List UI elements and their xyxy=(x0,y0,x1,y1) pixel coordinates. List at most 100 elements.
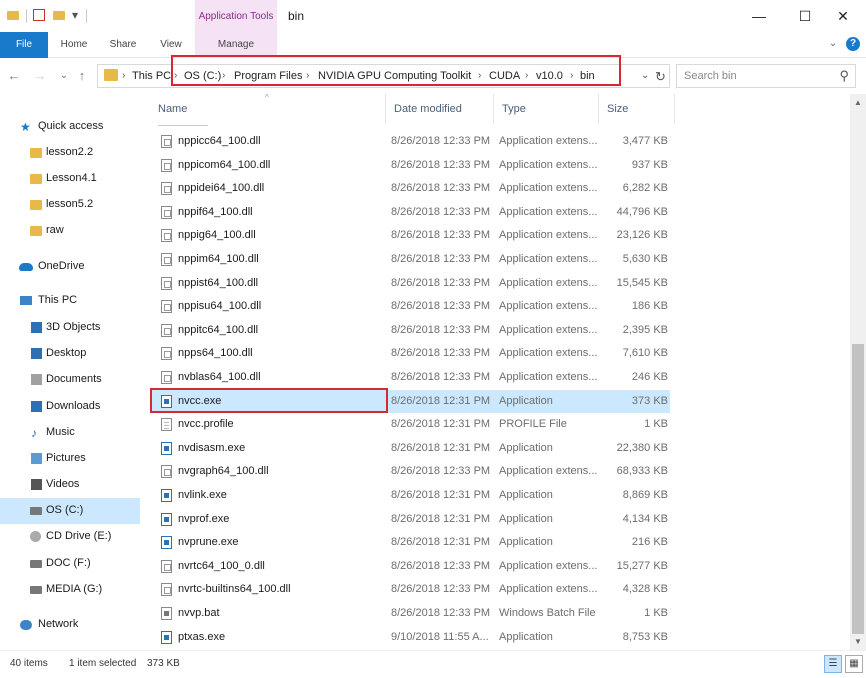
tiles-view-icon[interactable]: ▦ xyxy=(845,655,863,673)
sidebar-item-documents[interactable]: Documents xyxy=(0,367,140,393)
scroll-up-icon[interactable]: ▲ xyxy=(850,98,866,107)
file-row[interactable]: nvprune.exe 8/26/2018 12:31 PM Application… xyxy=(150,531,670,555)
sidebar-item-videos[interactable]: Videos xyxy=(0,472,140,498)
column-header-size[interactable]: Size xyxy=(599,94,675,124)
up-button[interactable]: ↑ xyxy=(74,67,90,85)
sidebar-item-3d-objects[interactable]: 3D Objects xyxy=(0,315,140,341)
sidebar-item-lesson5-2[interactable]: lesson5.2 xyxy=(0,192,140,218)
search-icon[interactable]: ⚲ xyxy=(839,68,849,84)
selection-size: 373 KB xyxy=(147,658,180,669)
sidebar-item-onedrive[interactable]: OneDrive xyxy=(0,254,140,280)
expand-ribbon-icon[interactable]: ⌄ xyxy=(829,38,837,49)
customize-dropdown-icon[interactable]: ▾ xyxy=(68,8,82,22)
tab-share[interactable]: Share xyxy=(100,32,146,58)
file-size: 23,126 KB xyxy=(616,229,668,242)
sidebar-item-music[interactable]: ♪ Music xyxy=(0,420,140,446)
file-row[interactable]: nvgraph64_100.dll 8/26/2018 12:33 PM Appli… xyxy=(150,460,670,484)
file-row[interactable]: ptxas.exe 9/10/2018 11:55 A... Application… xyxy=(150,626,670,650)
tab-manage[interactable]: Manage xyxy=(195,32,277,58)
search-box[interactable]: Search bin ⚲ xyxy=(676,64,856,88)
sidebar-item-raw[interactable]: raw xyxy=(0,218,140,244)
breadcrumb-separator[interactable]: › xyxy=(174,70,177,81)
vertical-scrollbar[interactable]: ▲ ▼ xyxy=(850,94,866,650)
file-row[interactable]: nvlink.exe 8/26/2018 12:31 PM Application 8… xyxy=(150,484,670,508)
search-input[interactable]: Search bin xyxy=(684,70,737,82)
file-row[interactable]: nppicc64_100.dll 8/26/2018 12:33 PM Applic… xyxy=(150,130,670,154)
folder-icon[interactable] xyxy=(6,8,20,22)
file-row[interactable]: nppisu64_100.dll 8/26/2018 12:33 PM Applic… xyxy=(150,295,670,319)
back-button[interactable]: ← xyxy=(6,67,22,85)
file-size: 246 KB xyxy=(631,371,668,383)
file-row[interactable]: nvrtc-builtins64_100.dll 8/26/2018 12:33 … xyxy=(150,578,670,602)
sidebar-item-pictures[interactable]: Pictures xyxy=(0,446,140,472)
address-row: ← → ⌄ ↑ › This PC › OS (C:) › Program Fi… xyxy=(0,58,866,94)
breadcrumb-nvidia-toolkit[interactable]: NVIDIA GPU Computing Toolkit xyxy=(318,70,471,82)
recent-locations-button[interactable]: ⌄ xyxy=(56,67,72,85)
address-dropdown-icon[interactable]: ⌄ xyxy=(641,70,649,81)
file-name: nppisu64_100.dll xyxy=(178,300,262,313)
properties-checkbox-icon[interactable] xyxy=(32,8,46,22)
file-row[interactable]: nvcc.profile 8/26/2018 12:31 PM PROFILE Fi… xyxy=(150,413,670,437)
file-row[interactable]: npps64_100.dll 8/26/2018 12:33 PM Applicat… xyxy=(150,342,670,366)
file-row[interactable]: nppim64_100.dll 8/26/2018 12:33 PM Applica… xyxy=(150,248,670,272)
sidebar-item-cd-drive-e[interactable]: CD Drive (E:) xyxy=(0,524,140,550)
file-row[interactable]: nppist64_100.dll 8/26/2018 12:33 PM Applic… xyxy=(150,272,670,296)
tab-view[interactable]: View xyxy=(150,32,192,58)
sidebar-item-quick-access[interactable]: ★ Quick access xyxy=(0,114,140,140)
file-row[interactable]: nvcc.exe 8/26/2018 12:31 PM Application 373… xyxy=(150,389,670,414)
file-name: nppicc64_100.dll xyxy=(178,135,261,147)
breadcrumb-bin[interactable]: bin xyxy=(580,70,595,82)
forward-button[interactable]: → xyxy=(32,67,48,85)
breadcrumb-separator[interactable]: › xyxy=(478,70,481,81)
sidebar-item-network[interactable]: Network xyxy=(0,612,140,638)
new-folder-icon[interactable] xyxy=(52,8,66,22)
breadcrumb-this-pc[interactable]: This PC xyxy=(132,70,171,82)
file-name: nvgraph64_100.dll xyxy=(178,465,269,478)
minimize-button[interactable]: — xyxy=(736,0,782,32)
breadcrumb-separator[interactable]: › xyxy=(570,70,573,81)
file-row[interactable]: nppig64_100.dll 8/26/2018 12:33 PM Applica… xyxy=(150,224,670,248)
sidebar-item-media-g[interactable]: MEDIA (G:) xyxy=(0,577,140,603)
breadcrumb-program-files[interactable]: Program Files xyxy=(234,70,302,82)
breadcrumb-separator[interactable]: › xyxy=(222,70,225,81)
tab-home[interactable]: Home xyxy=(52,32,96,58)
help-icon[interactable]: ? xyxy=(846,37,860,51)
details-view-icon[interactable]: ☰ xyxy=(824,655,842,673)
scroll-down-icon[interactable]: ▼ xyxy=(850,637,866,646)
tab-file[interactable]: File xyxy=(0,32,48,58)
file-row[interactable]: nppif64_100.dll 8/26/2018 12:33 PM Applica… xyxy=(150,201,670,225)
sidebar-item-downloads[interactable]: Downloads xyxy=(0,394,140,420)
file-row[interactable]: nvrtc64_100_0.dll 8/26/2018 12:33 PM Appli… xyxy=(150,555,670,579)
scroll-thumb[interactable] xyxy=(852,344,864,634)
sidebar-item-doc-f[interactable]: DOC (F:) xyxy=(0,551,140,577)
file-row[interactable]: nppicom64_100.dll 8/26/2018 12:33 PM Appli… xyxy=(150,154,670,178)
column-header-date[interactable]: Date modified xyxy=(386,94,494,124)
dll-file-icon xyxy=(161,300,172,314)
file-name: nvblas64_100.dll xyxy=(178,371,261,383)
breadcrumb-v10[interactable]: v10.0 xyxy=(536,70,563,82)
file-row[interactable]: nvvp.bat 8/26/2018 12:33 PM Windows Batch … xyxy=(150,602,670,626)
sidebar-item-this-pc[interactable]: This PC xyxy=(0,288,140,314)
close-button[interactable]: ✕ xyxy=(820,0,866,32)
file-row[interactable]: nvblas64_100.dll 8/26/2018 12:33 PM Applic… xyxy=(150,366,670,390)
address-bar[interactable]: › This PC › OS (C:) › Program Files › NV… xyxy=(97,64,670,88)
file-row[interactable]: nvprof.exe 8/26/2018 12:31 PM Application 4… xyxy=(150,508,670,532)
file-row[interactable]: nppitc64_100.dll 8/26/2018 12:33 PM Applic… xyxy=(150,319,670,343)
sidebar-item-lesson4-1[interactable]: Lesson4.1 xyxy=(0,166,140,192)
file-type: PROFILE File xyxy=(499,418,567,431)
refresh-icon[interactable]: ↻ xyxy=(655,69,666,85)
breadcrumb-separator[interactable]: › xyxy=(525,70,528,81)
music-icon: ♪ xyxy=(31,426,37,440)
breadcrumb-separator[interactable]: › xyxy=(306,70,309,81)
breadcrumb-separator[interactable]: › xyxy=(122,70,125,81)
column-header-type[interactable]: Type xyxy=(494,94,599,124)
file-row[interactable]: nppidei64_100.dll 8/26/2018 12:33 PM Appli… xyxy=(150,177,670,201)
sidebar-item-desktop[interactable]: Desktop xyxy=(0,341,140,367)
file-type: Application extens... xyxy=(499,583,598,596)
breadcrumb-os-c[interactable]: OS (C:) xyxy=(184,70,221,82)
sidebar-item-os-c[interactable]: OS (C:) xyxy=(0,498,140,524)
column-header-name[interactable]: ^ Name xyxy=(150,93,386,124)
sidebar-item-lesson2-2[interactable]: lesson2.2 xyxy=(0,140,140,166)
file-row[interactable]: nvdisasm.exe 8/26/2018 12:31 PM Applicatio… xyxy=(150,437,670,461)
breadcrumb-cuda[interactable]: CUDA xyxy=(489,70,520,82)
